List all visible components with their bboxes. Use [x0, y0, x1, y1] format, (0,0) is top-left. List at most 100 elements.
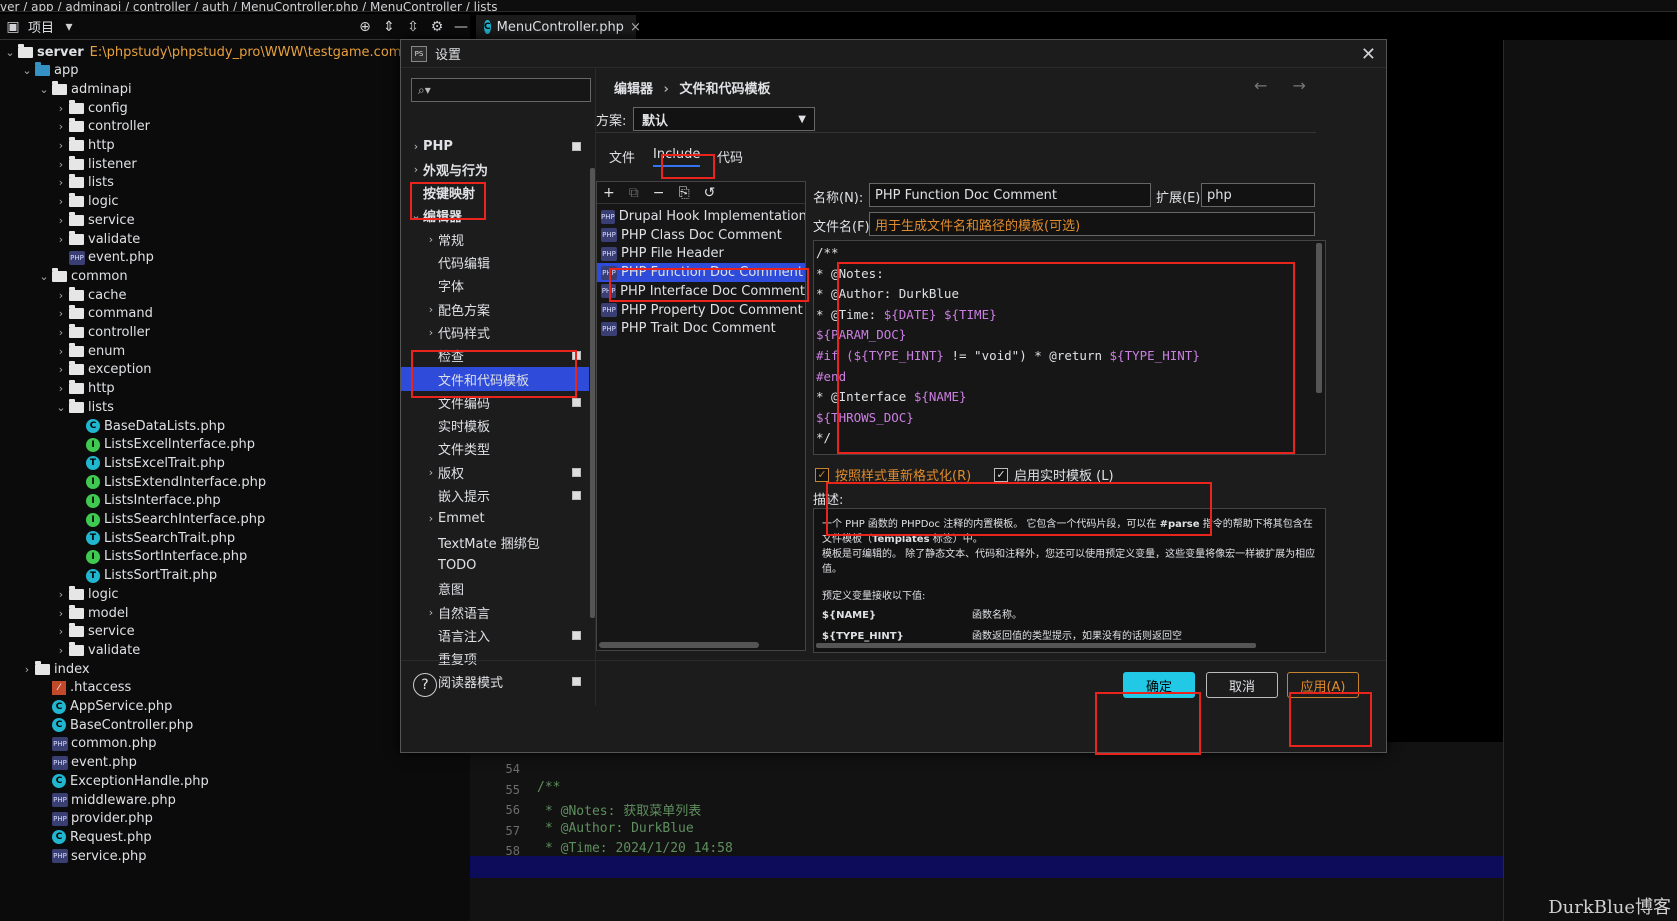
- chevron-icon[interactable]: ›: [55, 326, 67, 339]
- tree-item[interactable]: T ListsSortTrait.php: [0, 566, 217, 586]
- tree-item[interactable]: › cache: [0, 285, 127, 305]
- tree-item[interactable]: ⌄ server E:\phpstudy\phpstudy_pro\WWW\test…: [0, 42, 447, 62]
- tree-item[interactable]: ⁄ .htaccess: [0, 678, 131, 698]
- tab-menucontroller[interactable]: C MenuController.php ×: [476, 15, 641, 41]
- sidebar-item[interactable]: 文件和代码模板: [401, 367, 589, 391]
- sidebar-item[interactable]: 代码编辑: [401, 251, 589, 275]
- create-child-icon[interactable]: ⧉: [629, 185, 639, 201]
- tree-item[interactable]: C BaseController.php: [0, 715, 193, 735]
- tree-item[interactable]: › listener: [0, 154, 137, 174]
- tree-item[interactable]: › controller: [0, 323, 150, 343]
- chevron-icon[interactable]: ›: [424, 606, 438, 619]
- minimize-icon[interactable]: —: [452, 18, 470, 36]
- chevron-icon[interactable]: ›: [55, 158, 67, 171]
- chevron-icon[interactable]: ›: [55, 345, 67, 358]
- chevron-icon[interactable]: ›: [424, 303, 438, 316]
- live-template-checkbox[interactable]: ✓ 启用实时模板 (L): [994, 465, 1114, 484]
- tab-include[interactable]: Include: [653, 147, 701, 167]
- back-forward-arrows[interactable]: ← →: [1254, 76, 1316, 95]
- tree-item[interactable]: C BaseDataLists.php: [0, 416, 225, 436]
- chevron-icon[interactable]: ›: [409, 140, 423, 153]
- sidebar-item[interactable]: › 外观与行为: [401, 157, 589, 181]
- template-code-editor[interactable]: /** * @Notes: * @Author: DurkBlue * @Time: …: [813, 240, 1326, 455]
- template-item[interactable]: PHP PHP File Header: [597, 244, 805, 263]
- sidebar-item[interactable]: › 版权: [401, 460, 589, 484]
- sidebar-item[interactable]: 嵌入提示: [401, 484, 589, 508]
- chevron-icon[interactable]: ›: [55, 307, 67, 320]
- expand-all-icon[interactable]: ⇕: [380, 18, 398, 36]
- tree-item[interactable]: › index: [0, 659, 90, 679]
- tree-item[interactable]: C AppService.php: [0, 697, 172, 717]
- tree-item[interactable]: I ListsExcelInterface.php: [0, 435, 255, 455]
- template-item[interactable]: PHPDrupal Hook Implementation Doc Commen…: [597, 207, 805, 226]
- chevron-icon[interactable]: ›: [21, 663, 33, 676]
- sidebar-item[interactable]: › PHP: [401, 134, 589, 158]
- chevron-icon[interactable]: ›: [55, 588, 67, 601]
- chevron-down-icon[interactable]: ▾: [60, 18, 78, 36]
- chevron-icon[interactable]: ›: [55, 644, 67, 657]
- sidebar-scrollbar[interactable]: [590, 168, 595, 618]
- code-line[interactable]: * @Notes: 获取菜单列表: [545, 800, 701, 819]
- chevron-icon[interactable]: ›: [424, 512, 438, 525]
- tree-item[interactable]: PHP provider.php: [0, 809, 153, 829]
- tree-item[interactable]: › controller: [0, 117, 150, 137]
- tree-item[interactable]: PHP event.php: [0, 248, 154, 268]
- filename-field[interactable]: 用于生成文件名和路径的模板(可选): [869, 212, 1315, 236]
- tree-item[interactable]: C ExceptionHandle.php: [0, 771, 209, 791]
- tree-item[interactable]: › http: [0, 136, 115, 156]
- tree-item[interactable]: › service: [0, 210, 135, 230]
- template-list-scrollbar[interactable]: [599, 642, 759, 648]
- template-item[interactable]: PHP PHP Property Doc Comment: [597, 301, 805, 320]
- chevron-icon[interactable]: ⌄: [4, 46, 16, 59]
- tree-item[interactable]: › command: [0, 304, 153, 324]
- extension-field[interactable]: php: [1201, 183, 1315, 207]
- tree-item[interactable]: I ListsExtendInterface.php: [0, 472, 266, 492]
- remove-icon[interactable]: −: [653, 185, 665, 201]
- chevron-icon[interactable]: ›: [55, 625, 67, 638]
- tree-item[interactable]: PHP middleware.php: [0, 790, 176, 810]
- tree-item[interactable]: I ListsSortInterface.php: [0, 547, 247, 567]
- chevron-icon[interactable]: ⌄: [38, 83, 50, 96]
- chevron-icon[interactable]: ⌄: [38, 270, 50, 283]
- project-label[interactable]: 项目: [28, 17, 54, 36]
- chevron-icon[interactable]: ›: [55, 120, 67, 133]
- sidebar-item[interactable]: 语言注入: [401, 623, 589, 647]
- copy-icon[interactable]: ⎘: [678, 185, 689, 201]
- add-icon[interactable]: +: [603, 185, 615, 201]
- chevron-icon[interactable]: ⌄: [55, 401, 67, 414]
- chevron-icon[interactable]: ›: [424, 326, 438, 339]
- close-icon[interactable]: ✕: [1361, 44, 1376, 65]
- sidebar-item[interactable]: 按键映射: [401, 181, 589, 205]
- reformat-checkbox[interactable]: ✓ 按照样式重新格式化(R): [815, 465, 971, 484]
- tree-item[interactable]: ⌄ common: [0, 266, 128, 286]
- sidebar-item[interactable]: › 常规: [401, 227, 589, 251]
- sidebar-item[interactable]: ⌄ 编辑器: [401, 204, 589, 228]
- tree-item[interactable]: ⌄ adminapi: [0, 79, 132, 99]
- template-item[interactable]: PHP PHP Function Doc Comment: [597, 263, 805, 283]
- tree-item[interactable]: PHP common.php: [0, 734, 157, 754]
- reset-icon[interactable]: ↺: [704, 185, 716, 201]
- tree-item[interactable]: › validate: [0, 640, 140, 660]
- chevron-icon[interactable]: ⌄: [409, 209, 423, 222]
- ok-button[interactable]: 确定: [1123, 672, 1195, 698]
- close-icon[interactable]: ×: [630, 20, 641, 35]
- sidebar-item[interactable]: 意图: [401, 577, 589, 601]
- chevron-icon[interactable]: ›: [55, 176, 67, 189]
- tree-item[interactable]: PHP service.php: [0, 846, 146, 866]
- template-item[interactable]: PHP PHP Trait Doc Comment: [597, 319, 805, 338]
- cancel-button[interactable]: 取消: [1206, 672, 1278, 698]
- chevron-icon[interactable]: ›: [55, 139, 67, 152]
- help-button[interactable]: ?: [413, 673, 437, 697]
- sidebar-item[interactable]: 文件类型: [401, 437, 589, 461]
- tree-item[interactable]: I ListsSearchInterface.php: [0, 510, 265, 530]
- settings-search-input[interactable]: ⌕▾: [411, 78, 591, 102]
- chevron-icon[interactable]: ›: [55, 214, 67, 227]
- tab-files[interactable]: 文件: [609, 147, 635, 167]
- locate-icon[interactable]: ⊕: [356, 18, 374, 36]
- description-scrollbar[interactable]: [816, 643, 1256, 648]
- chevron-icon[interactable]: ›: [55, 195, 67, 208]
- tree-item[interactable]: › http: [0, 379, 115, 399]
- name-field[interactable]: PHP Function Doc Comment: [869, 183, 1151, 207]
- sidebar-item[interactable]: › Emmet: [401, 507, 589, 531]
- code-line[interactable]: /**: [537, 780, 560, 795]
